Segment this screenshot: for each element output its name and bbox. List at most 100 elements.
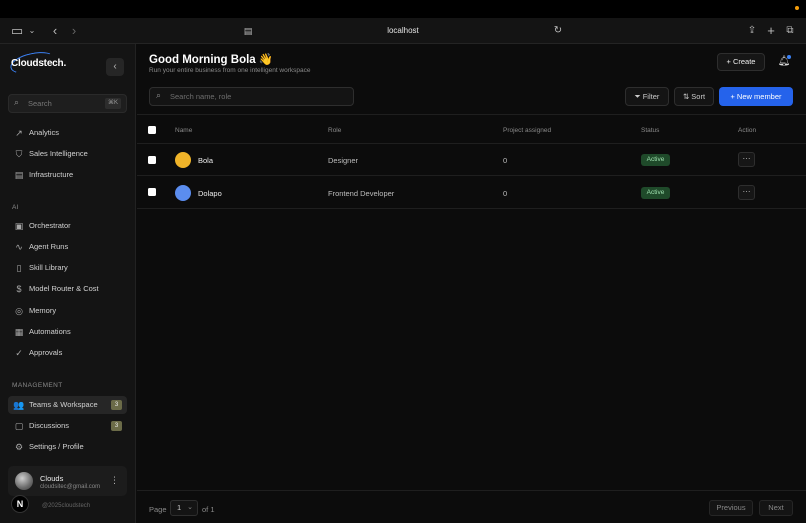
filter-button[interactable]: ⏷ Filter [625, 87, 669, 106]
count-badge: 3 [111, 400, 122, 410]
activity-icon: ∿ [15, 242, 23, 252]
copyright: @2025cloudstech [42, 503, 91, 509]
member-name: Dolapo [198, 189, 222, 198]
member-role: Designer [328, 156, 359, 165]
sidebar-item-label: Sales Intelligence [29, 149, 88, 158]
share-icon[interactable]: ⇪ [744, 23, 760, 39]
workspace-badge[interactable]: N [11, 495, 29, 513]
pagination: Page 1 ⌄ of 1 Previous Next [137, 490, 806, 523]
sidebar-item-label: Model Router & Cost [29, 284, 99, 293]
sidebar-item-analytics[interactable]: ↗ Analytics [8, 124, 127, 142]
column-header-action: Action [738, 127, 757, 134]
member-role: Frontend Developer [328, 189, 395, 198]
notification-dot [787, 55, 791, 59]
sidebar-item-agent-runs[interactable]: ∿ Agent Runs [8, 238, 127, 256]
collapse-sidebar-button[interactable]: ‹ [106, 58, 124, 76]
sidebar-item-orchestrator[interactable]: ▣ Orchestrator [8, 217, 127, 235]
sort-label: Sort [691, 92, 706, 101]
trend-icon: ↗ [15, 128, 23, 138]
browser-toolbar: ▭ ⌄ ‹ › ▤ localhost ↻ ⇪ + ⧉ [0, 18, 806, 44]
current-page: 1 [177, 503, 182, 512]
sidebar-item-teams-workspace[interactable]: 👥 Teams & Workspace 3 [8, 396, 127, 414]
sort-button[interactable]: ⇅ Sort [674, 87, 714, 106]
more-vertical-icon[interactable]: ⋮ [110, 475, 119, 486]
column-header-role: Role [328, 127, 342, 134]
search-icon: ⌕ [14, 97, 20, 107]
forward-icon[interactable]: › [66, 23, 82, 39]
previous-button[interactable]: Previous [709, 500, 753, 516]
row-checkbox[interactable] [148, 188, 156, 196]
chat-icon: ▢ [14, 421, 24, 431]
user-card[interactable]: Clouds cloudsitec@gmail.com ⋮ [8, 466, 127, 496]
sidebar-item-label: Settings / Profile [29, 442, 84, 451]
user-email: cloudsitec@gmail.com [40, 484, 101, 490]
select-all-checkbox[interactable] [148, 126, 156, 134]
address-bar[interactable]: localhost [380, 24, 426, 38]
logo: Cloudstech. [11, 58, 67, 69]
table-row[interactable]: Dolapo Frontend Developer 0 Active ··· [137, 176, 806, 209]
sidebar-search-placeholder: Search [28, 99, 52, 108]
sidebar-item-model-router[interactable]: $ Model Router & Cost [8, 280, 127, 298]
page-total: of 1 [202, 505, 215, 514]
sidebar: Cloudstech. ‹ ⌕ Search ⌘K ↗ Analytics ⛉ … [0, 44, 136, 523]
member-projects: 0 [503, 189, 508, 198]
sidebar-item-approvals[interactable]: ✓ Approvals [8, 344, 127, 362]
sidebar-item-label: Orchestrator [29, 221, 71, 230]
page-icon[interactable]: ▤ [240, 23, 256, 39]
section-label-management: MANAGEMENT [12, 382, 63, 389]
dollar-icon: $ [16, 284, 22, 294]
sidebar-item-sales-intelligence[interactable]: ⛉ Sales Intelligence [8, 145, 127, 163]
create-button[interactable]: + Create [717, 53, 765, 71]
row-actions-button[interactable]: ··· [738, 152, 755, 167]
sidebar-search[interactable]: ⌕ Search ⌘K [8, 94, 127, 113]
main-content: Good Morning Bola 👋 Run your entire busi… [137, 44, 806, 523]
table-header: Name Role Project assigned Status Action [137, 114, 806, 144]
page-subtitle: Run your entire business from one intell… [149, 67, 311, 74]
briefcase-icon: ▣ [14, 221, 24, 231]
column-header-name: Name [175, 127, 193, 134]
search-shortcut: ⌘K [104, 98, 121, 109]
status-badge: Active [641, 154, 670, 166]
sidebar-item-memory[interactable]: ◎ Memory [8, 302, 127, 320]
app: Cloudstech. ‹ ⌕ Search ⌘K ↗ Analytics ⛉ … [0, 44, 806, 523]
sidebar-item-label: Infrastructure [29, 170, 74, 179]
server-icon: ▤ [14, 170, 24, 180]
chevron-down-icon: ⌄ [187, 504, 193, 511]
sidebar-item-label: Memory [29, 306, 57, 315]
chevron-down-icon[interactable]: ⌄ [24, 23, 40, 39]
recording-indicator [795, 6, 799, 10]
member-name: Bola [198, 156, 214, 165]
sidebar-item-discussions[interactable]: ▢ Discussions 3 [8, 417, 127, 435]
filter-icon: ⏷ [634, 92, 643, 101]
sidebar-item-skill-library[interactable]: ▯ Skill Library [8, 259, 127, 277]
new-member-button[interactable]: + New member [719, 87, 793, 106]
row-actions-button[interactable]: ··· [738, 185, 755, 200]
section-label-ai: AI [12, 204, 19, 211]
avatar [175, 185, 191, 201]
new-tab-icon[interactable]: + [763, 23, 779, 39]
sidebar-item-settings-profile[interactable]: ⚙ Settings / Profile [8, 438, 127, 456]
member-search-input[interactable]: ⌕ Search name, role [149, 87, 354, 106]
next-button[interactable]: Next [759, 500, 793, 516]
sidebar-item-automations[interactable]: ▦ Automations [8, 323, 127, 341]
sidebar-item-infrastructure[interactable]: ▤ Infrastructure [8, 166, 127, 184]
shield-icon: ⛉ [15, 149, 23, 159]
column-header-status: Status [641, 127, 660, 134]
check-shield-icon: ✓ [15, 348, 23, 358]
tabs-icon[interactable]: ⧉ [782, 23, 798, 39]
user-name: Clouds [40, 474, 64, 483]
filter-label: Filter [642, 92, 660, 101]
users-icon: 👥 [13, 400, 25, 410]
database-icon: ◎ [15, 306, 23, 316]
avatar [175, 152, 191, 168]
row-checkbox[interactable] [148, 156, 156, 164]
page-label: Page [149, 505, 167, 514]
sidebar-toggle-icon[interactable]: ▭ [9, 23, 25, 39]
sidebar-item-label: Teams & Workspace [29, 400, 98, 409]
back-icon[interactable]: ‹ [47, 23, 63, 39]
gear-icon: ⚙ [14, 442, 24, 452]
reload-icon[interactable]: ↻ [550, 23, 566, 39]
member-projects: 0 [503, 156, 508, 165]
page-select[interactable]: 1 ⌄ [170, 500, 198, 516]
table-row[interactable]: Bola Designer 0 Active ··· [137, 144, 806, 176]
